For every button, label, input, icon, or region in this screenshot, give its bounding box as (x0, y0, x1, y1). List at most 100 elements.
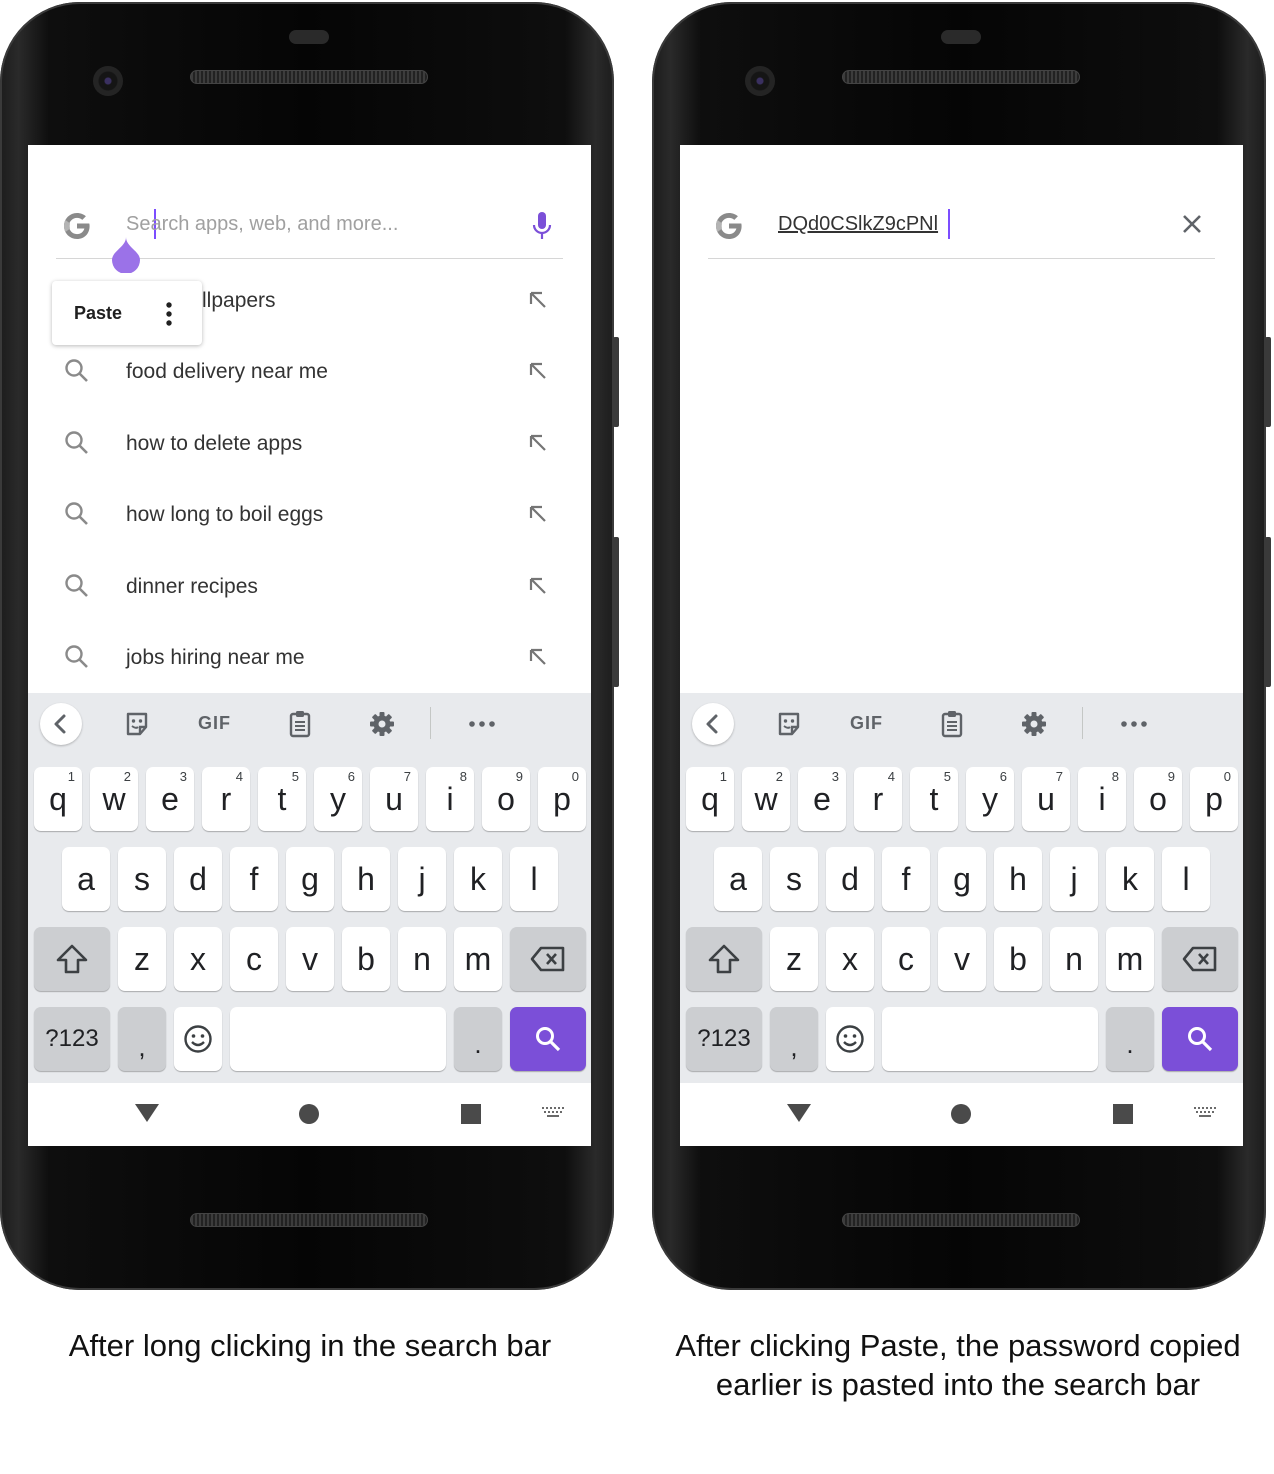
key-y[interactable]: y6 (966, 767, 1014, 831)
search-action-key[interactable] (1162, 1007, 1238, 1071)
search-bar[interactable]: DQd0CSlkZ9cPNl (708, 189, 1215, 259)
key-b[interactable]: b (342, 927, 390, 991)
suggestion-row[interactable]: how to delete apps (56, 408, 563, 479)
key-g[interactable]: g (286, 847, 334, 911)
home-circle-icon[interactable] (298, 1103, 320, 1125)
key-q[interactable]: q1 (686, 767, 734, 831)
comma-key[interactable]: , (118, 1007, 166, 1071)
fill-query-arrow-icon[interactable] (527, 646, 549, 668)
backspace-key[interactable] (510, 927, 586, 991)
key-b[interactable]: b (994, 927, 1042, 991)
key-z[interactable]: z (770, 927, 818, 991)
search-bar[interactable]: Search apps, web, and more... (56, 189, 563, 273)
key-c[interactable]: c (882, 927, 930, 991)
key-z[interactable]: z (118, 927, 166, 991)
back-triangle-icon[interactable] (134, 1102, 160, 1124)
key-n[interactable]: n (1050, 927, 1098, 991)
key-a[interactable]: a (62, 847, 110, 911)
recents-square-icon[interactable] (461, 1104, 481, 1124)
period-key[interactable]: . (1106, 1007, 1154, 1071)
gif-button[interactable]: GIF (198, 713, 238, 743)
key-x[interactable]: x (174, 927, 222, 991)
gif-button[interactable]: GIF (850, 713, 890, 743)
key-w[interactable]: w2 (742, 767, 790, 831)
key-c[interactable]: c (230, 927, 278, 991)
key-j[interactable]: j (1050, 847, 1098, 911)
key-f[interactable]: f (882, 847, 930, 911)
key-k[interactable]: k (1106, 847, 1154, 911)
key-u[interactable]: u7 (370, 767, 418, 831)
clear-text-icon[interactable] (1181, 213, 1203, 235)
back-triangle-icon[interactable] (786, 1102, 812, 1124)
key-o[interactable]: o9 (1134, 767, 1182, 831)
fill-query-arrow-icon[interactable] (527, 503, 549, 525)
symbols-key[interactable]: ?123 (34, 1007, 110, 1071)
search-input[interactable]: DQd0CSlkZ9cPNl (778, 213, 938, 236)
key-e[interactable]: e3 (146, 767, 194, 831)
shift-key[interactable] (34, 927, 110, 991)
key-m[interactable]: m (1106, 927, 1154, 991)
space-bar[interactable] (230, 1007, 446, 1071)
sticker-icon[interactable] (774, 709, 804, 739)
fill-query-arrow-icon[interactable] (527, 575, 549, 597)
key-l[interactable]: l (510, 847, 558, 911)
suggestion-row[interactable]: food delivery near me (56, 336, 563, 407)
key-q[interactable]: q1 (34, 767, 82, 831)
keyboard-switch-icon[interactable] (1194, 1107, 1216, 1121)
space-bar[interactable] (882, 1007, 1098, 1071)
more-horizontal-icon[interactable] (467, 709, 497, 739)
key-g[interactable]: g (938, 847, 986, 911)
key-l[interactable]: l (1162, 847, 1210, 911)
key-s[interactable]: s (770, 847, 818, 911)
key-p[interactable]: p0 (538, 767, 586, 831)
key-a[interactable]: a (714, 847, 762, 911)
key-o[interactable]: o9 (482, 767, 530, 831)
period-key[interactable]: . (454, 1007, 502, 1071)
fill-query-arrow-icon[interactable] (527, 360, 549, 382)
paste-button[interactable]: Paste (74, 303, 122, 324)
toolbar-back-button[interactable] (692, 703, 734, 745)
search-action-key[interactable] (510, 1007, 586, 1071)
key-n[interactable]: n (398, 927, 446, 991)
key-p[interactable]: p0 (1190, 767, 1238, 831)
microphone-icon[interactable] (529, 211, 555, 241)
key-r[interactable]: r4 (202, 767, 250, 831)
suggestion-row[interactable]: jobs hiring near me (56, 622, 563, 693)
key-d[interactable]: d (174, 847, 222, 911)
sticker-icon[interactable] (122, 709, 152, 739)
emoji-key[interactable] (174, 1007, 222, 1071)
key-x[interactable]: x (826, 927, 874, 991)
clipboard-icon[interactable] (285, 709, 315, 739)
settings-gear-icon[interactable] (1019, 709, 1049, 739)
fill-query-arrow-icon[interactable] (527, 432, 549, 454)
key-i[interactable]: i8 (426, 767, 474, 831)
key-t[interactable]: t5 (910, 767, 958, 831)
suggestion-row[interactable]: dinner recipes (56, 551, 563, 622)
more-horizontal-icon[interactable] (1119, 709, 1149, 739)
key-f[interactable]: f (230, 847, 278, 911)
shift-key[interactable] (686, 927, 762, 991)
clipboard-icon[interactable] (937, 709, 967, 739)
more-options-icon[interactable] (166, 301, 172, 327)
key-k[interactable]: k (454, 847, 502, 911)
key-y[interactable]: y6 (314, 767, 362, 831)
key-h[interactable]: h (994, 847, 1042, 911)
key-v[interactable]: v (938, 927, 986, 991)
key-r[interactable]: r4 (854, 767, 902, 831)
key-t[interactable]: t5 (258, 767, 306, 831)
emoji-key[interactable] (826, 1007, 874, 1071)
key-d[interactable]: d (826, 847, 874, 911)
key-i[interactable]: i8 (1078, 767, 1126, 831)
comma-key[interactable]: , (770, 1007, 818, 1071)
key-h[interactable]: h (342, 847, 390, 911)
symbols-key[interactable]: ?123 (686, 1007, 762, 1071)
key-w[interactable]: w2 (90, 767, 138, 831)
key-s[interactable]: s (118, 847, 166, 911)
recents-square-icon[interactable] (1113, 1104, 1133, 1124)
keyboard-switch-icon[interactable] (542, 1107, 564, 1121)
key-e[interactable]: e3 (798, 767, 846, 831)
backspace-key[interactable] (1162, 927, 1238, 991)
fill-query-arrow-icon[interactable] (527, 289, 549, 311)
suggestion-row[interactable]: how long to boil eggs (56, 479, 563, 550)
home-circle-icon[interactable] (950, 1103, 972, 1125)
